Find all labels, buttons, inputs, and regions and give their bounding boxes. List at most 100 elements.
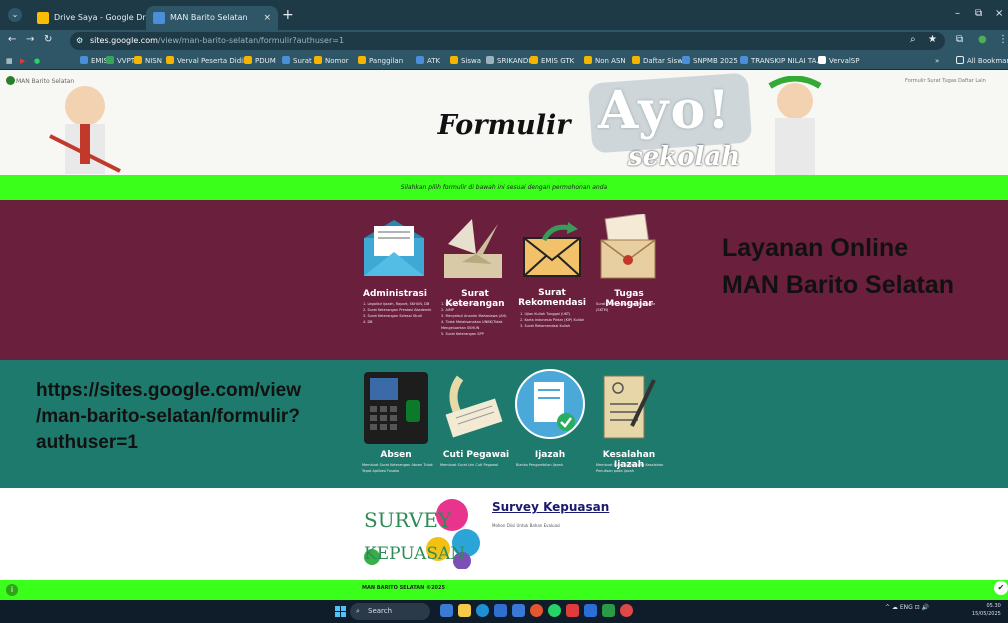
address-host: sites.google.com <box>90 36 158 45</box>
app-icon-2[interactable] <box>584 604 597 617</box>
excel-icon[interactable] <box>602 604 615 617</box>
tab-man-barito[interactable]: MAN Barito Selatan × <box>146 6 278 30</box>
chrome-icon[interactable] <box>620 604 633 617</box>
maximize-button[interactable]: ⧉ <box>975 8 982 19</box>
bookmark-item[interactable]: Daftar Siswa <box>632 52 687 70</box>
service-item: Membuat Surat Keterangan Kesalahan Penul… <box>596 463 664 473</box>
quill-scroll-icon[interactable] <box>440 374 506 440</box>
hero-sekolah-text: sekolah <box>628 142 741 172</box>
bookmark-icon <box>134 56 142 64</box>
service-items-absen: Membuat Surat Keterangan Absen Tidak Tep… <box>362 462 438 474</box>
diploma-check-icon[interactable] <box>514 368 586 440</box>
app-icon[interactable] <box>566 604 579 617</box>
service-title-ijazah[interactable]: Ijazah <box>512 450 588 460</box>
back-arrow-icon[interactable]: ← <box>8 34 16 45</box>
new-tab-button[interactable]: + <box>282 7 294 23</box>
bookmark-icon <box>166 56 174 64</box>
youtube-icon[interactable]: ▶ <box>20 52 25 70</box>
all-bookmarks-button[interactable]: All Bookmarks <box>956 52 1008 70</box>
reload-icon[interactable]: ↻ <box>44 34 52 45</box>
letters-envelope-icon[interactable] <box>597 214 659 280</box>
service-item: 4. DB <box>363 320 373 324</box>
zoom-icon[interactable]: ⌕ <box>910 34 916 45</box>
site-url-caption: https://sites.google.com/view /man-barit… <box>36 378 346 456</box>
bookmark-item[interactable]: VervalSP <box>818 52 859 70</box>
tab-drive[interactable]: Drive Saya - Google Drive × <box>30 6 160 30</box>
bookmark-item[interactable]: ATK <box>416 52 440 70</box>
url-line: /man-barito-selatan/formulir? <box>36 406 300 427</box>
bookmark-item[interactable]: TRANSKIP NILAI TA... <box>740 52 823 70</box>
service-items-kesalahan-ijazah: Membuat Surat Keterangan Kesalahan Penul… <box>596 462 672 474</box>
footer-text: MAN BARITO SELATAN ©2025 <box>362 585 445 591</box>
bookmarks-bar: ▦ ▶ ● EMIS VVPTK NISN Verval Peserta Didik P… <box>0 52 1008 70</box>
service-title-administrasi[interactable]: Administrasi <box>355 289 435 299</box>
search-icon: ⌕ <box>356 607 360 615</box>
tab-label: MAN Barito Selatan <box>170 13 248 22</box>
bookmark-item[interactable]: Verval Peserta Didik <box>166 52 247 70</box>
word-icon[interactable] <box>512 604 525 617</box>
bookmark-item[interactable]: NISN <box>134 52 162 70</box>
bookmark-item[interactable]: SRIKANDI <box>486 52 530 70</box>
bookmarks-more-button[interactable]: » <box>935 52 939 70</box>
survey-link[interactable]: Survey Kepuasan <box>492 500 609 514</box>
bookmark-star-icon[interactable]: ★ <box>928 34 937 45</box>
store-icon[interactable] <box>494 604 507 617</box>
bookmark-label: NISN <box>145 57 162 65</box>
profile-icon[interactable]: ● <box>978 34 987 45</box>
whatsapp-taskbar-icon[interactable] <box>548 604 561 617</box>
bookmark-item[interactable]: Panggilan <box>358 52 403 70</box>
extensions-icon[interactable]: ⧉ <box>956 34 963 45</box>
forward-arrow-icon[interactable]: → <box>26 34 34 45</box>
close-tab-icon[interactable]: × <box>263 6 271 30</box>
site-top-nav[interactable]: Formulir Surat Tugas Daftar Lain <box>905 78 986 84</box>
taskbar-search[interactable]: ⌕ Search <box>350 603 430 620</box>
edge-icon[interactable] <box>476 604 489 617</box>
clock-time: 05.30 <box>986 603 1001 609</box>
taskbar-clock[interactable]: 05.30 15/05/2025 <box>972 602 1001 618</box>
fingerprint-machine-icon[interactable] <box>362 370 430 446</box>
firefox-icon[interactable] <box>530 604 543 617</box>
service-item: Blanko Pengambilan Ijazah <box>516 463 564 467</box>
bookmark-icon <box>584 56 592 64</box>
minimize-button[interactable]: – <box>955 8 960 19</box>
service-item: 5. Surat Keterangan SPP <box>441 332 484 336</box>
file-explorer-icon[interactable] <box>458 604 471 617</box>
bookmark-item[interactable]: Non ASN <box>584 52 626 70</box>
service-title-surat-rekomendasi[interactable]: Surat Rekomendasi <box>510 288 594 308</box>
windows-start-icon[interactable] <box>335 606 346 617</box>
google-sites-icon <box>153 12 165 24</box>
site-info-icon[interactable]: ⚙ <box>76 32 83 50</box>
bookmark-item[interactable]: EMIS <box>80 52 108 70</box>
bookmark-item[interactable]: EMIS GTK <box>530 52 574 70</box>
taskbar-widgets-icon[interactable] <box>440 604 453 617</box>
service-item: 4. Tidak Melaksanakan UNBK/Tidak Mengelu… <box>441 320 503 330</box>
bookmark-item[interactable]: Surat <box>282 52 312 70</box>
bookmark-icon <box>80 56 88 64</box>
bookmark-item[interactable]: Siswa <box>450 52 481 70</box>
banner-line-2: MAN Barito Selatan <box>722 271 954 299</box>
service-items-tugas-mengajar: Surat Keterangan Tugas Mengajar (SKTM) <box>596 301 666 313</box>
whatsapp-icon[interactable]: ● <box>34 52 40 70</box>
bookmark-item[interactable]: SNPMB 2025 <box>682 52 738 70</box>
survey-kepuasan-image[interactable]: SURVEY KEPUASAN <box>362 497 482 569</box>
checkmark-icon[interactable]: ✔ <box>994 581 1008 595</box>
bookmark-label: TRANSKIP NILAI TA... <box>751 57 823 65</box>
address-bar[interactable]: ⚙ sites.google.com/view/man-barito-selat… <box>70 32 945 50</box>
paper-crane-icon[interactable] <box>442 214 504 282</box>
document-pen-icon[interactable] <box>596 370 658 444</box>
menu-kebab-icon[interactable]: ⋮ <box>998 34 1008 45</box>
apps-grid-icon[interactable]: ▦ <box>6 52 13 70</box>
site-info-icon[interactable]: i <box>6 584 18 596</box>
service-title-cuti-pegawai[interactable]: Cuti Pegawai <box>436 450 516 460</box>
close-window-button[interactable]: × <box>995 8 1003 19</box>
bookmark-item[interactable]: PDUM <box>244 52 276 70</box>
system-tray[interactable]: ^ ☁ ENG ⊡ 🔊 <box>885 604 929 611</box>
survey-image-title: SURVEY <box>364 508 452 532</box>
tab-search-menu-button[interactable]: ⌄ <box>8 8 22 22</box>
envelope-letter-icon[interactable] <box>360 216 428 278</box>
bookmark-icon <box>818 56 826 64</box>
envelope-arrow-icon[interactable] <box>522 220 582 278</box>
service-title-absen[interactable]: Absen <box>356 450 436 460</box>
bookmark-icon <box>244 56 252 64</box>
bookmark-item[interactable]: Nomor <box>314 52 349 70</box>
